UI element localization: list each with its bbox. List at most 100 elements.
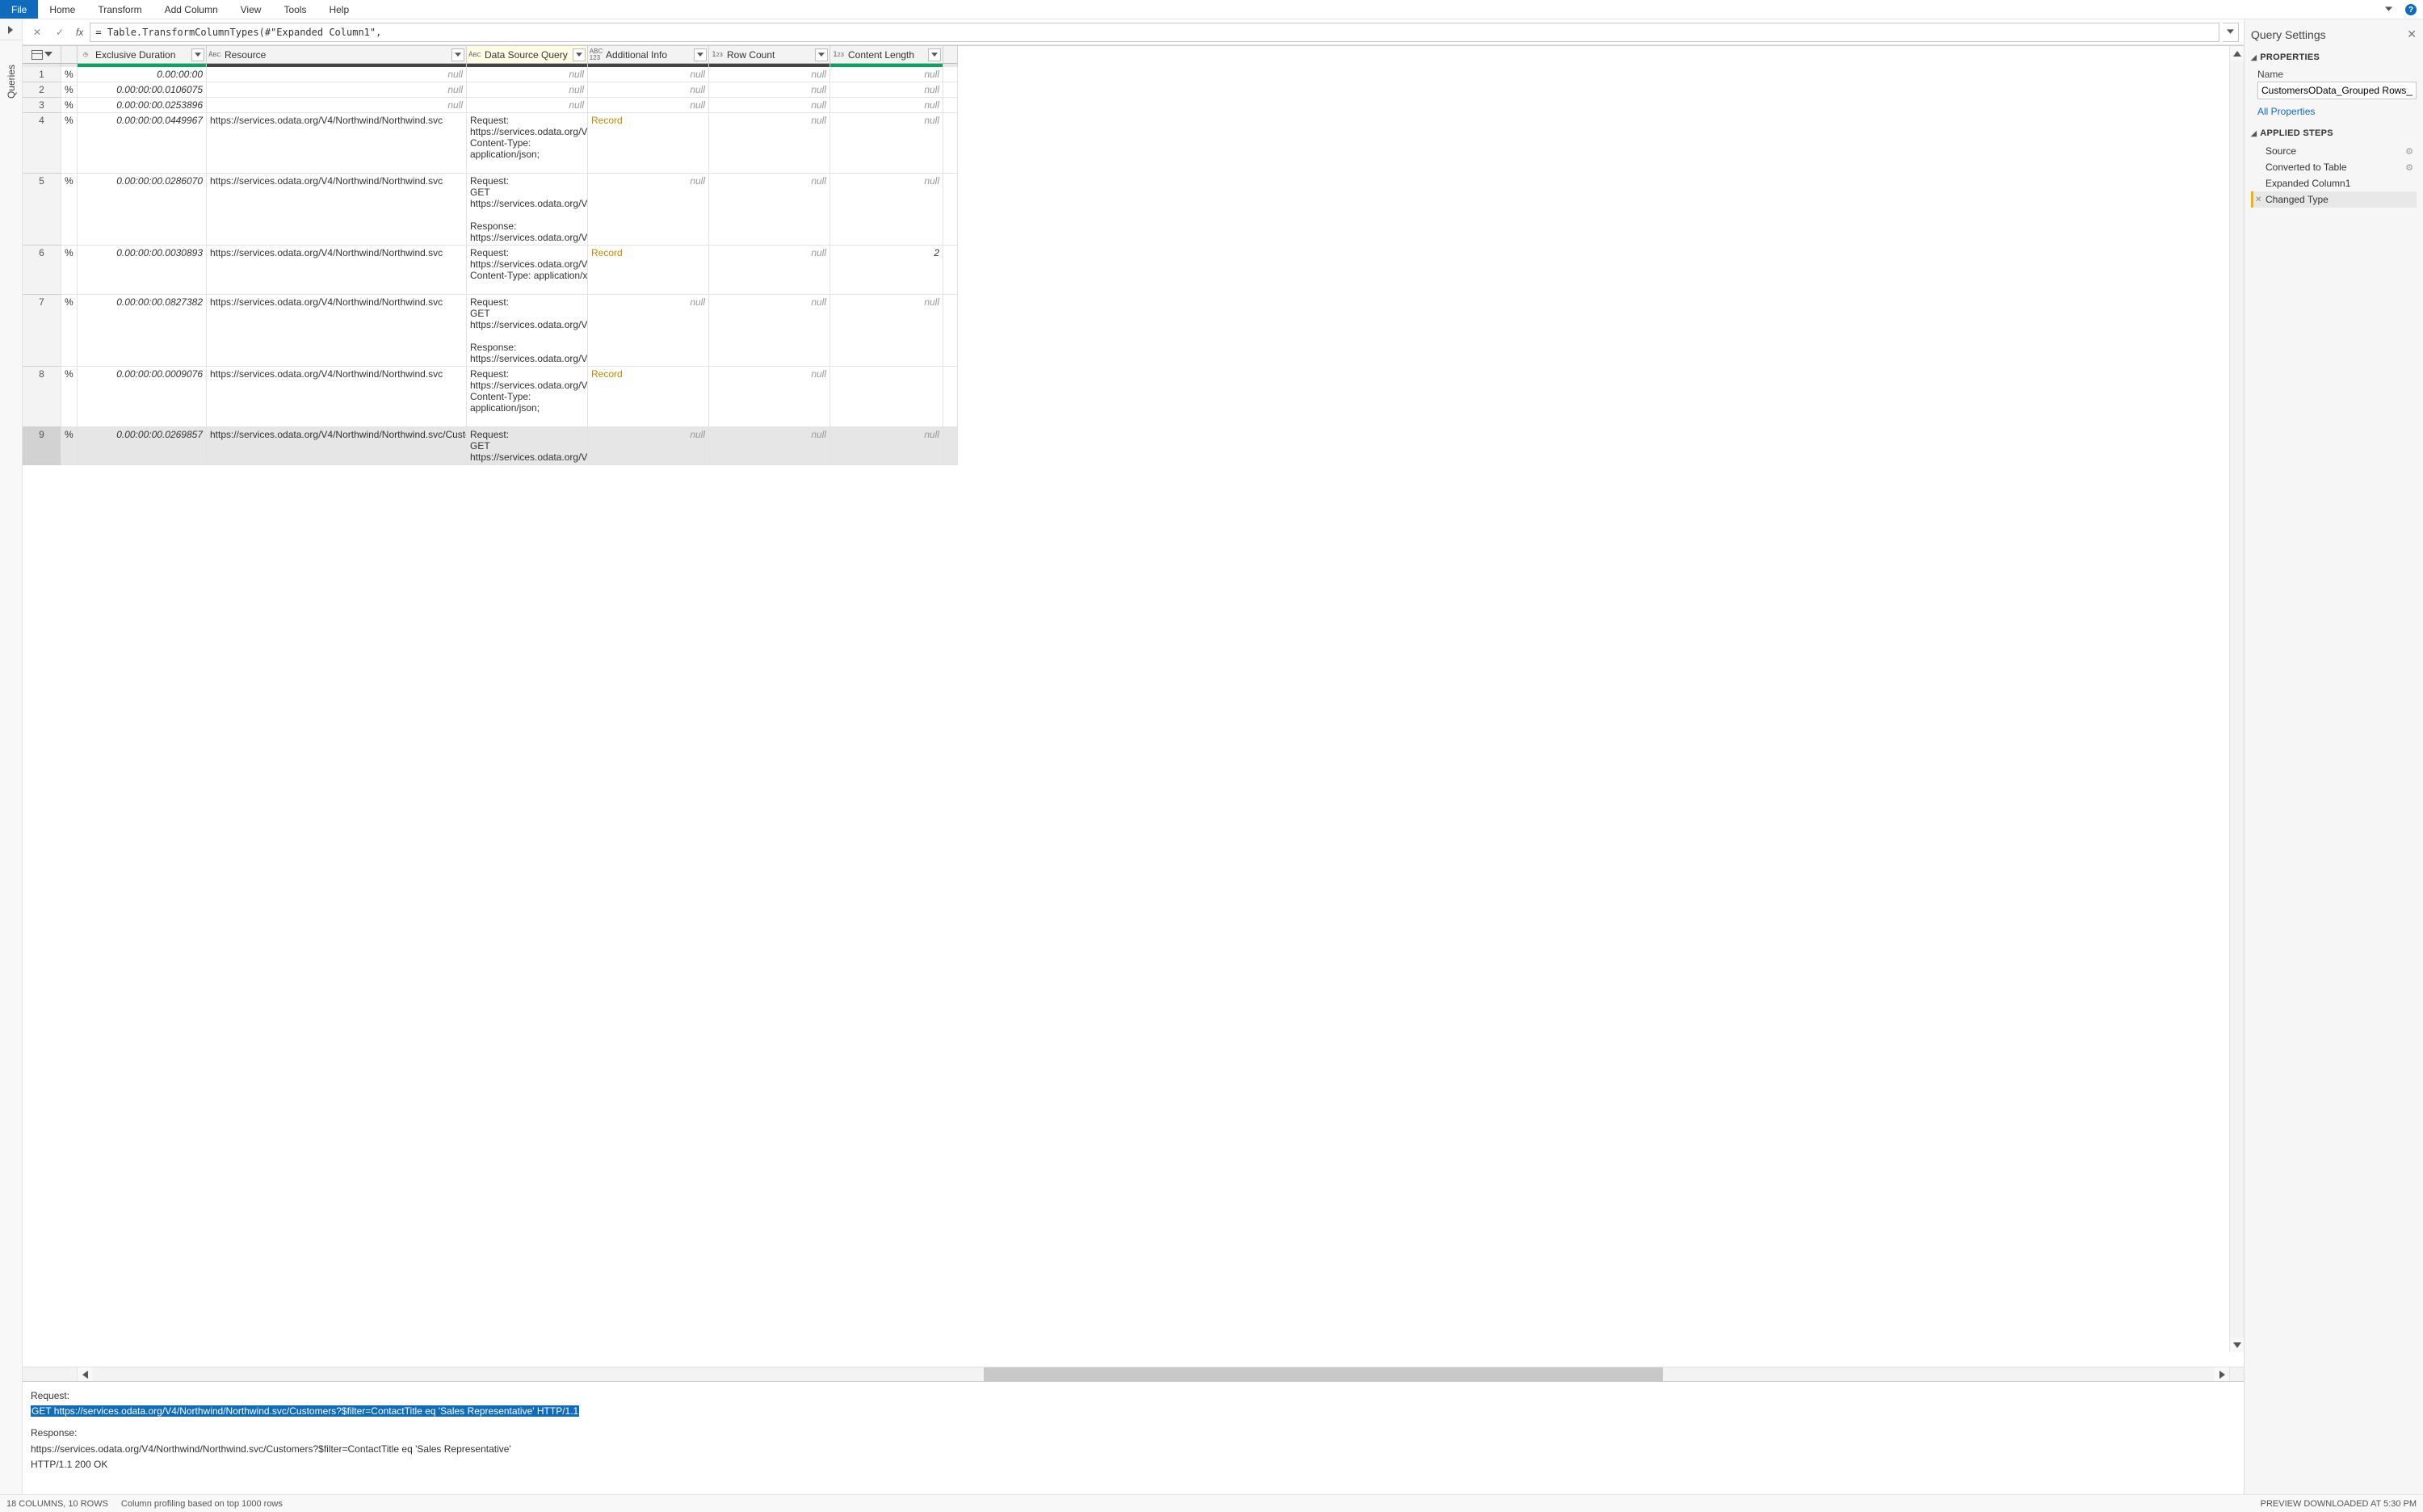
additional-info-cell[interactable]: Record — [588, 367, 709, 427]
queries-expand-button[interactable] — [0, 19, 22, 40]
additional-info-cell[interactable]: Record — [588, 246, 709, 295]
type-icon[interactable]: 123 — [709, 51, 725, 59]
gutter-cell — [943, 98, 958, 113]
step-label: Expanded Column1 — [2266, 178, 2350, 189]
row-selector-header[interactable] — [23, 46, 61, 64]
row-number[interactable]: 9 — [23, 427, 61, 465]
step-label: Source — [2266, 145, 2296, 157]
column-filter-icon[interactable] — [815, 48, 828, 61]
file-menu[interactable]: File — [0, 0, 38, 19]
all-properties-link[interactable]: All Properties — [2251, 103, 2417, 125]
type-icon[interactable]: ABC — [467, 51, 483, 59]
step-expanded-column1[interactable]: Expanded Column1 — [2251, 175, 2417, 191]
row-number[interactable]: 2 — [23, 82, 61, 98]
menu-view[interactable]: View — [229, 0, 273, 19]
additional-info-cell: null — [588, 67, 709, 82]
menu-transform[interactable]: Transform — [86, 0, 153, 19]
column-filter-icon[interactable] — [191, 48, 204, 61]
row-number[interactable]: 1 — [23, 67, 61, 82]
properties-section-header[interactable]: ◢PROPERTIES — [2251, 49, 2417, 65]
data-source-query-cell[interactable]: null — [467, 98, 588, 113]
additional-info-cell: null — [588, 174, 709, 246]
content-length-cell: null — [830, 98, 943, 113]
help-icon[interactable]: ? — [2405, 4, 2417, 15]
scroll-thumb[interactable] — [984, 1367, 1663, 1381]
step-label: Converted to Table — [2266, 162, 2347, 173]
row-number[interactable]: 6 — [23, 246, 61, 295]
row-number[interactable]: 8 — [23, 367, 61, 427]
column-filter-icon[interactable] — [694, 48, 707, 61]
qbar — [207, 64, 467, 67]
resource-cell: https://services.odata.org/V4/Northwind/… — [207, 246, 467, 295]
menu-help[interactable]: Help — [317, 0, 360, 19]
column-filter-icon[interactable] — [928, 48, 941, 61]
vertical-scrollbar[interactable] — [2229, 46, 2244, 1352]
additional-info-cell: null — [588, 82, 709, 98]
qbar — [709, 64, 830, 67]
data-source-query-cell[interactable]: null — [467, 82, 588, 98]
type-icon[interactable]: ABC — [207, 51, 223, 59]
formula-input[interactable] — [90, 23, 2219, 42]
content-length-cell: null — [830, 82, 943, 98]
data-source-query-cell[interactable]: Request: GET https://services.odata.org/… — [467, 427, 588, 465]
formula-commit-button[interactable]: ✓ — [50, 23, 69, 42]
scroll-down-icon[interactable] — [2230, 1338, 2244, 1352]
row-count-cell: null — [709, 295, 830, 367]
detail-request-line[interactable]: GET https://services.odata.org/V4/Northw… — [31, 1405, 579, 1417]
column-header-content-length[interactable]: 123Content Length — [830, 46, 943, 64]
type-icon[interactable]: 123 — [830, 51, 846, 59]
data-source-query-cell[interactable]: Request: https://services.odata.org/V4/N… — [467, 113, 588, 174]
column-label: Exclusive Duration — [94, 49, 191, 61]
additional-info-cell[interactable]: Record — [588, 113, 709, 174]
type-icon[interactable]: ◷ — [78, 51, 94, 59]
scroll-left-icon[interactable] — [78, 1367, 92, 1381]
column-label: Data Source Query — [483, 49, 573, 61]
data-source-query-cell[interactable]: Request: GET https://services.odata.org/… — [467, 174, 588, 246]
formula-cancel-button[interactable]: ✕ — [27, 23, 47, 42]
data-source-query-cell[interactable]: Request: GET https://services.odata.org/… — [467, 295, 588, 367]
formula-expand-button[interactable] — [2223, 23, 2239, 42]
select-all-icon[interactable] — [31, 50, 43, 60]
row-count-cell: null — [709, 367, 830, 427]
column-header-row-count[interactable]: 123Row Count — [709, 46, 830, 64]
ribbon-collapse-icon[interactable] — [2379, 0, 2399, 19]
row-number[interactable]: 7 — [23, 295, 61, 367]
pct-cell: % — [61, 67, 78, 82]
column-header-resource[interactable]: ABCResource — [207, 46, 467, 64]
horizontal-scrollbar[interactable] — [23, 1367, 2244, 1381]
delete-step-icon[interactable]: ✕ — [2255, 195, 2261, 204]
scroll-up-icon[interactable] — [2230, 46, 2244, 61]
data-source-query-cell[interactable]: Request: https://services.odata.org/V4/N… — [467, 246, 588, 295]
query-settings-close-button[interactable]: ✕ — [2407, 27, 2417, 41]
query-name-input[interactable] — [2257, 82, 2417, 99]
gear-icon[interactable]: ⚙ — [2405, 162, 2413, 173]
pct-cell: % — [61, 427, 78, 465]
qbar — [61, 64, 78, 67]
row-number[interactable]: 4 — [23, 113, 61, 174]
column-header-data-source-query[interactable]: ABCData Source Query — [467, 46, 588, 64]
column-header-additional-info[interactable]: ABC123Additional Info — [588, 46, 709, 64]
gutter-cell — [943, 67, 958, 82]
gear-icon[interactable]: ⚙ — [2405, 146, 2413, 157]
cell-detail-pane: Request: GET https://services.odata.org/… — [23, 1381, 2244, 1494]
column-filter-icon[interactable] — [573, 48, 586, 61]
data-source-query-cell[interactable]: Request: https://services.odata.org/V4/N… — [467, 367, 588, 427]
queries-pane-collapsed: Queries — [0, 19, 23, 1494]
pct-cell: % — [61, 367, 78, 427]
row-count-cell: null — [709, 427, 830, 465]
applied-steps-section-header[interactable]: ◢APPLIED STEPS — [2251, 125, 2417, 141]
menu-tools[interactable]: Tools — [272, 0, 317, 19]
menu-add-column[interactable]: Add Column — [153, 0, 229, 19]
step-converted-to-table[interactable]: Converted to Table ⚙ — [2251, 159, 2417, 175]
type-icon[interactable]: ABC123 — [588, 48, 604, 61]
data-source-query-cell[interactable]: null — [467, 67, 588, 82]
row-number[interactable]: 3 — [23, 98, 61, 113]
column-filter-icon[interactable] — [451, 48, 464, 61]
row-number[interactable]: 5 — [23, 174, 61, 246]
column-header-exclusive-duration[interactable]: ◷Exclusive Duration — [78, 46, 207, 64]
step-changed-type[interactable]: ✕Changed Type — [2251, 191, 2417, 208]
step-source[interactable]: Source ⚙ — [2251, 143, 2417, 159]
queries-tab-label[interactable]: Queries — [6, 40, 17, 1494]
menu-home[interactable]: Home — [38, 0, 86, 19]
scroll-right-icon[interactable] — [2215, 1367, 2229, 1381]
